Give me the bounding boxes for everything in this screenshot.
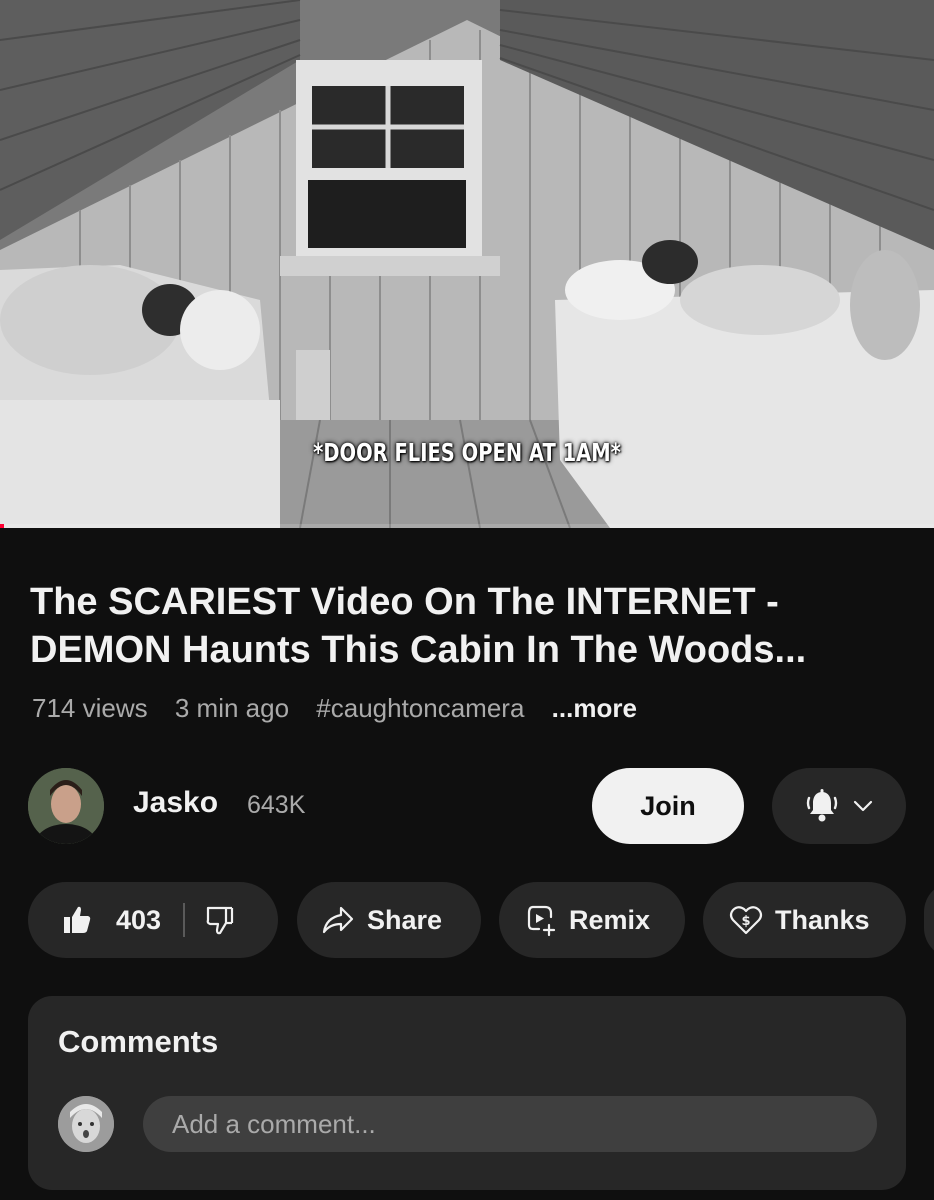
thanks-button[interactable]: $ Thanks: [703, 882, 906, 958]
channel-avatar[interactable]: [28, 768, 104, 844]
comment-input[interactable]: [143, 1096, 877, 1152]
remix-label: Remix: [569, 904, 651, 935]
comments-section[interactable]: Comments: [28, 996, 906, 1190]
video-player[interactable]: *DOOR FLIES OPEN AT 1AM*: [0, 0, 934, 528]
like-dislike-bar: 403: [28, 882, 278, 958]
overflow-action-button[interactable]: [924, 882, 934, 958]
video-meta[interactable]: 714 views 3 min ago #caughtoncamera ...m…: [32, 693, 657, 724]
progress-bar[interactable]: [0, 524, 934, 528]
hashtag-link[interactable]: #caughtoncamera: [316, 693, 524, 723]
svg-text:$: $: [741, 914, 750, 929]
subscription-bell-button[interactable]: [772, 768, 906, 844]
remix-button[interactable]: Remix: [499, 882, 685, 958]
like-divider: [183, 903, 186, 937]
like-count[interactable]: 403: [116, 905, 161, 936]
chevron-down-icon: [853, 800, 873, 812]
channel-avatar-image: [28, 768, 104, 844]
more-link[interactable]: ...more: [552, 693, 637, 723]
join-label: Join: [640, 790, 696, 821]
thanks-label: Thanks: [775, 904, 870, 935]
join-button[interactable]: Join: [592, 768, 744, 844]
bell-ringing-icon: [806, 789, 838, 822]
like-icon[interactable]: [62, 905, 92, 935]
dislike-icon[interactable]: [205, 905, 235, 935]
view-count: 714 views: [32, 693, 148, 723]
upload-age: 3 min ago: [174, 693, 290, 723]
video-title[interactable]: The SCARIEST Video On The INTERNET - DEM…: [30, 578, 910, 674]
share-button[interactable]: Share: [297, 882, 481, 958]
watch-page: *DOOR FLIES OPEN AT 1AM* The SCARIEST Vi…: [0, 0, 934, 1200]
video-caption: *DOOR FLIES OPEN AT 1AM*: [313, 438, 621, 467]
user-avatar: [58, 1096, 114, 1152]
subscriber-count: 643K: [247, 791, 306, 819]
thanks-icon: $: [729, 906, 763, 935]
share-icon: [322, 906, 354, 934]
progress-fill: [0, 524, 4, 528]
channel-name[interactable]: Jasko: [133, 786, 218, 820]
remix-icon: [527, 905, 556, 937]
comments-title: Comments: [58, 1024, 219, 1059]
user-avatar-image: [58, 1096, 114, 1152]
share-label: Share: [367, 904, 443, 935]
